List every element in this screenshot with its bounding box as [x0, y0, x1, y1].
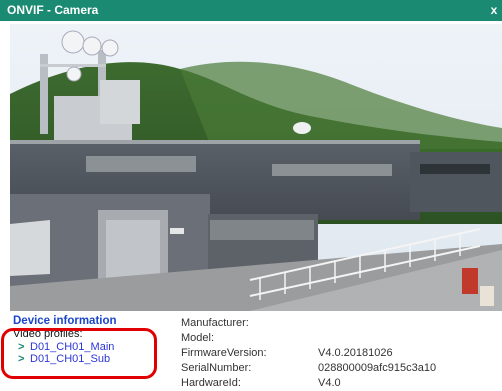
window-title: ONVIF - Camera [7, 3, 99, 17]
detail-label: Manufacturer: [181, 317, 249, 329]
device-information-heading: Device information [13, 315, 117, 327]
onvif-camera-window: ONVIF - Camera x Device information Vide… [0, 0, 502, 391]
highlight-annotation [1, 328, 157, 379]
detail-value: V4.0 [318, 377, 341, 389]
detail-value: V4.0.20181026 [318, 347, 393, 359]
close-icon[interactable]: x [488, 0, 500, 21]
detail-label: Model: [181, 332, 215, 344]
detail-label: FirmwareVersion: [181, 347, 267, 359]
camera-preview-image [10, 24, 502, 311]
detail-label: SerialNumber: [181, 362, 252, 374]
title-bar[interactable]: ONVIF - Camera x [0, 0, 502, 21]
detail-label: HardwareId: [181, 377, 241, 389]
detail-value: 028800009afc915c3a10 [318, 362, 437, 374]
